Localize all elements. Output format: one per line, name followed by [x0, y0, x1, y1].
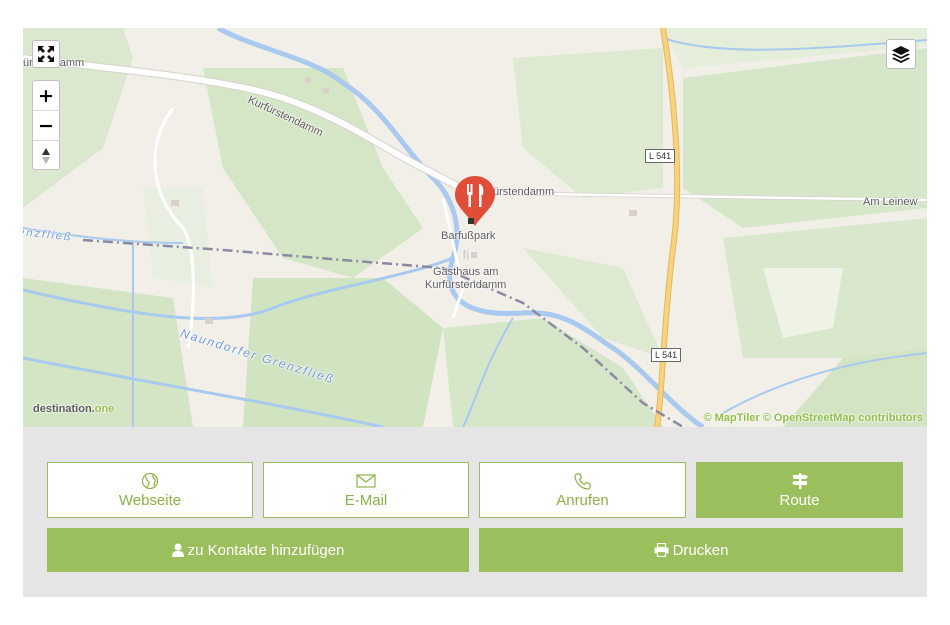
layers-stack-icon — [892, 46, 910, 63]
poi-label-gasthaus-line1: Gasthaus am — [433, 266, 499, 278]
user-icon — [171, 540, 184, 560]
email-label: E-Mail — [344, 492, 388, 509]
fullscreen-button[interactable] — [32, 40, 60, 68]
route-button[interactable]: Route — [696, 462, 903, 518]
road-shield-l541-south: L 541 — [651, 348, 682, 362]
poi-map-widget: fürstendamm Kurfürstendamm ürstendamm Am… — [23, 28, 927, 597]
call-button[interactable]: Anrufen — [479, 462, 686, 518]
printer-icon — [654, 540, 669, 560]
poi-label-barfusspark: Barfußpark — [441, 230, 496, 242]
add-to-contacts-button[interactable]: zu Kontakte hinzufügen — [47, 528, 469, 572]
map-view[interactable]: fürstendamm Kurfürstendamm ürstendamm Am… — [23, 28, 927, 427]
envelope-icon — [356, 471, 376, 491]
poi-label-gasthaus-line2: Kurfürstendamm — [425, 279, 507, 291]
zoom-out-button[interactable]: − — [33, 111, 59, 141]
restaurant-small-icon: 🍴 — [460, 250, 473, 261]
street-label-am-leinew: Am Leinew — [863, 196, 918, 208]
street-label-kurfuerstendamm-east: ürstendamm — [493, 186, 555, 198]
print-label: Drucken — [672, 541, 729, 559]
restaurant-fork-knife-icon — [455, 176, 495, 226]
print-button[interactable]: Drucken — [479, 528, 903, 572]
compass-arrow-icon — [42, 147, 50, 164]
globe-icon — [141, 471, 159, 491]
layers-button[interactable] — [886, 39, 916, 69]
map-attribution[interactable]: © MapTiler © OpenStreetMap contributors — [703, 412, 923, 424]
zoom-controls: + − — [32, 80, 60, 170]
road-shield-l541-north: L 541 — [645, 149, 676, 163]
email-button[interactable]: E-Mail — [263, 462, 469, 518]
expand-arrows-icon — [38, 46, 54, 62]
website-label: Webseite — [118, 492, 182, 509]
signpost-icon — [791, 471, 809, 491]
destination-one-logo: destination.one — [33, 403, 115, 415]
call-label: Anrufen — [556, 492, 609, 509]
add-to-contacts-label: zu Kontakte hinzufügen — [187, 541, 345, 559]
compass-reset-button[interactable] — [33, 141, 59, 170]
phone-icon — [573, 471, 592, 491]
map-marker-restaurant[interactable] — [455, 176, 495, 228]
marker-anchor-dot — [468, 218, 474, 224]
zoom-in-button[interactable]: + — [33, 81, 59, 111]
website-button[interactable]: Webseite — [47, 462, 253, 518]
route-label: Route — [779, 492, 820, 509]
